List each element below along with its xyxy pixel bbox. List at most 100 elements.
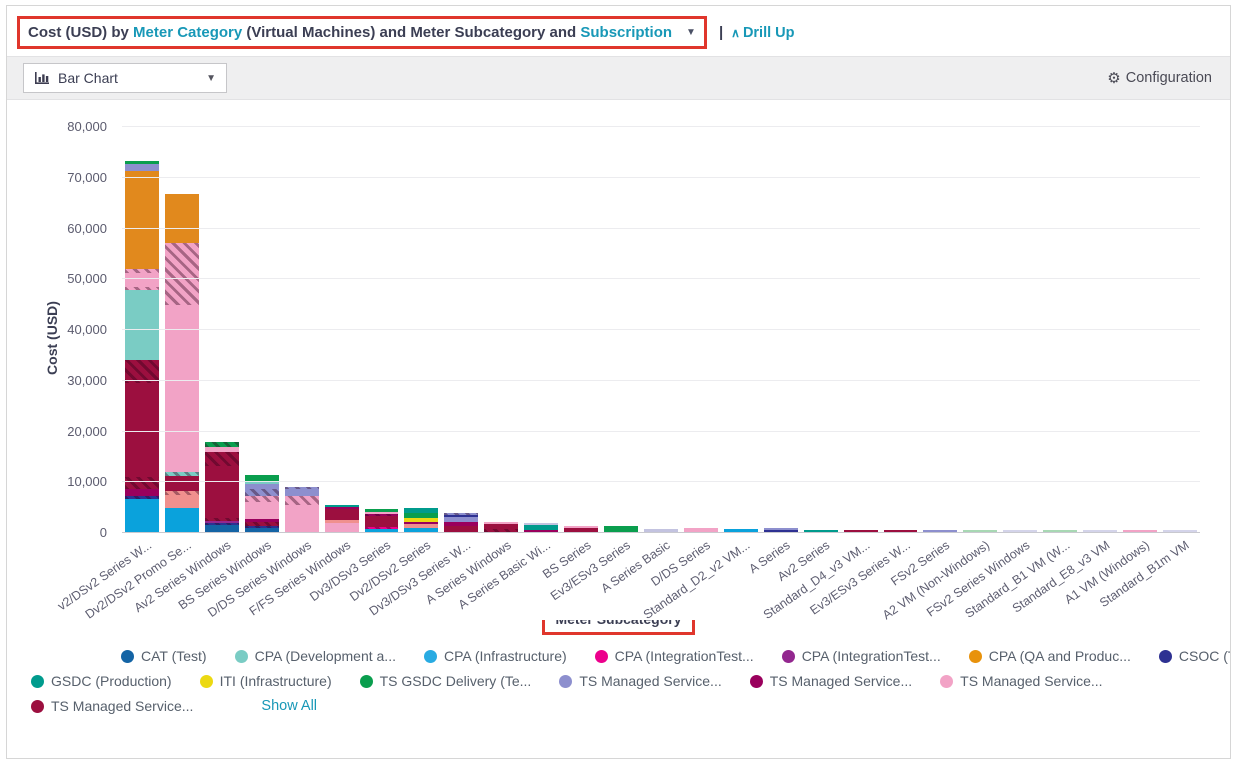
- legend-row: CAT (Test) CPA (Development a... CPA (Infr…: [121, 648, 1206, 664]
- bar-chart-icon: [34, 71, 50, 85]
- show-all-link[interactable]: Show All: [261, 698, 317, 714]
- legend-label: CPA (QA and Produc...: [989, 648, 1131, 664]
- bar-segment[interactable]: [365, 516, 399, 527]
- gridline: [122, 532, 1200, 533]
- cost-report-card: Cost (USD) by Meter Category (Virtual Ma…: [6, 5, 1231, 759]
- bar-segment[interactable]: [245, 502, 279, 519]
- bar-segment[interactable]: [165, 194, 199, 243]
- y-tick-label: 50,000: [67, 271, 107, 286]
- bar-segment[interactable]: [205, 466, 239, 518]
- plot-area: v2/DSv2 Series W...Dv2/DSv2 Promo Se...A…: [122, 126, 1200, 532]
- gear-icon: ⚙: [1107, 69, 1120, 87]
- bar-segment[interactable]: [125, 290, 159, 360]
- gridline: [122, 481, 1200, 482]
- gridline: [122, 380, 1200, 381]
- chart-legend: CAT (Test) CPA (Development a... CPA (Infr…: [7, 644, 1230, 733]
- legend-swatch-icon: [750, 675, 763, 688]
- legend-row: GSDC (Production) ITI (Infrastructure) TS …: [31, 673, 1206, 689]
- bar[interactable]: [325, 505, 359, 532]
- bar-segment[interactable]: [125, 171, 159, 269]
- bar-segment[interactable]: [165, 508, 199, 532]
- legend-label: CSOC (Test): [1179, 648, 1231, 664]
- legend-item[interactable]: ITI (Infrastructure): [200, 673, 332, 689]
- configuration-button[interactable]: ⚙ Configuration: [1107, 69, 1212, 87]
- bar-segment[interactable]: [245, 489, 279, 496]
- legend-swatch-icon: [940, 675, 953, 688]
- chevron-down-icon: ▼: [206, 73, 216, 84]
- legend-item[interactable]: TS GSDC Delivery (Te...: [360, 673, 532, 689]
- legend-item[interactable]: CPA (IntegrationTest...: [782, 648, 941, 664]
- bar-segment[interactable]: [125, 477, 159, 489]
- legend-item[interactable]: CSOC (Test): [1159, 648, 1231, 664]
- drill-up-button[interactable]: ∧Drill Up: [731, 25, 794, 41]
- y-tick-label: 30,000: [67, 373, 107, 388]
- bar-segment[interactable]: [285, 489, 319, 496]
- bar-segment[interactable]: [125, 273, 159, 287]
- title-dropdown-caret-icon[interactable]: ▼: [686, 27, 696, 38]
- drill-up-caret-icon: ∧: [731, 26, 740, 40]
- bar-segment[interactable]: [205, 452, 239, 466]
- bar[interactable]: [404, 508, 438, 532]
- legend-item[interactable]: CPA (Infrastructure): [424, 648, 567, 664]
- bar-segment[interactable]: [285, 496, 319, 505]
- bar-segment[interactable]: [165, 243, 199, 305]
- gridline: [122, 228, 1200, 229]
- legend-label: TS Managed Service...: [579, 673, 721, 689]
- meter-category-link[interactable]: Meter Category: [133, 24, 242, 41]
- bar[interactable]: [365, 509, 399, 532]
- bar-segment[interactable]: [165, 495, 199, 508]
- legend-label: TS Managed Service...: [770, 673, 912, 689]
- legend-swatch-icon: [969, 650, 982, 663]
- legend-swatch-icon: [31, 700, 44, 713]
- bar-segment[interactable]: [205, 525, 239, 532]
- legend-item[interactable]: CAT (Test): [121, 648, 207, 664]
- legend-swatch-icon: [121, 650, 134, 663]
- bar[interactable]: [205, 442, 239, 532]
- bar[interactable]: [524, 523, 558, 532]
- legend-label: CAT (Test): [141, 648, 207, 664]
- legend-label: TS Managed Service...: [51, 698, 193, 714]
- drill-up-label: Drill Up: [743, 25, 795, 41]
- bar[interactable]: [125, 161, 159, 532]
- bar[interactable]: [285, 487, 319, 532]
- bar-segment[interactable]: [125, 164, 159, 171]
- subscription-link[interactable]: Subscription: [580, 24, 672, 41]
- legend-swatch-icon: [595, 650, 608, 663]
- y-tick-label: 60,000: [67, 221, 107, 236]
- bar[interactable]: [444, 513, 478, 532]
- bar-segment[interactable]: [325, 523, 359, 532]
- legend-item[interactable]: CPA (IntegrationTest...: [595, 648, 754, 664]
- legend-item[interactable]: TS Managed Service...: [559, 673, 721, 689]
- bar-segment[interactable]: [125, 499, 159, 532]
- legend-item[interactable]: GSDC (Production): [31, 673, 172, 689]
- legend-label: CPA (Infrastructure): [444, 648, 567, 664]
- y-tick-label: 70,000: [67, 170, 107, 185]
- legend-item[interactable]: TS Managed Service...: [750, 673, 912, 689]
- legend-label: TS Managed Service...: [960, 673, 1102, 689]
- legend-label: ITI (Infrastructure): [220, 673, 332, 689]
- legend-swatch-icon: [235, 650, 248, 663]
- legend-item[interactable]: TS Managed Service...: [940, 673, 1102, 689]
- gridline: [122, 177, 1200, 178]
- bar-segment[interactable]: [165, 476, 199, 491]
- legend-item[interactable]: TS Managed Service...: [31, 698, 193, 714]
- bar[interactable]: [245, 475, 279, 532]
- legend-item[interactable]: CPA (QA and Produc...: [969, 648, 1131, 664]
- gridline: [122, 126, 1200, 127]
- legend-swatch-icon: [200, 675, 213, 688]
- chart-toolbar: Bar Chart ▼ ⚙ Configuration: [7, 56, 1230, 100]
- configuration-label: Configuration: [1126, 70, 1212, 86]
- legend-label: CPA (Development a...: [255, 648, 396, 664]
- bar[interactable]: [484, 522, 518, 532]
- chart-type-dropdown[interactable]: Bar Chart ▼: [23, 63, 227, 93]
- separator: |: [719, 24, 723, 41]
- legend-item[interactable]: CPA (Development a...: [235, 648, 396, 664]
- bar-segment[interactable]: [285, 505, 319, 532]
- bar-segment[interactable]: [325, 509, 359, 520]
- bar-segment[interactable]: [125, 489, 159, 496]
- legend-row: TS Managed Service... Show All: [31, 698, 1206, 714]
- y-tick-label: 10,000: [67, 474, 107, 489]
- title-prefix: Cost (USD) by: [28, 24, 129, 41]
- y-tick-label: 80,000: [67, 119, 107, 134]
- bar-segment[interactable]: [165, 305, 199, 472]
